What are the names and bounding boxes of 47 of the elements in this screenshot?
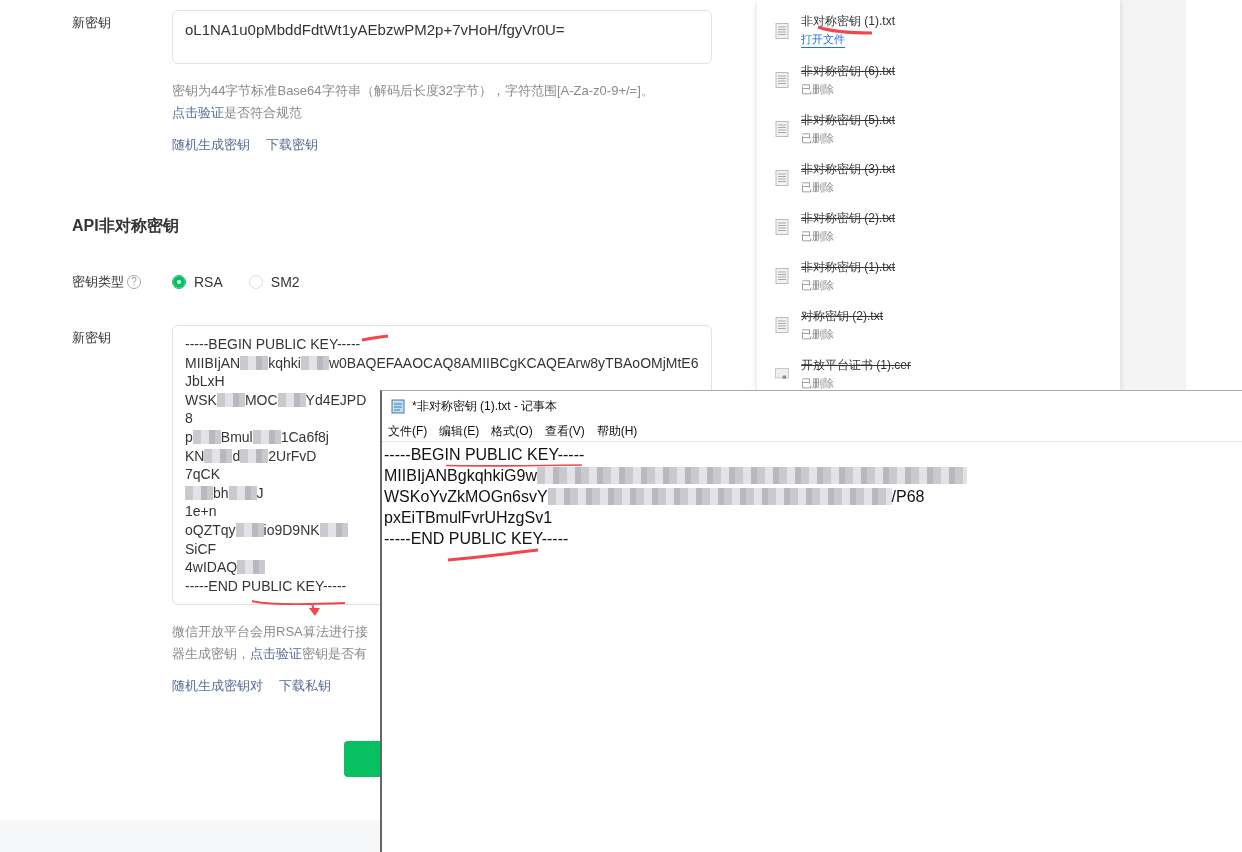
key-text: 1e+n	[185, 502, 217, 521]
key-text: Yd4EJPD	[305, 390, 367, 410]
key-text: p	[185, 427, 193, 447]
key-text: 4wIDAQ	[185, 558, 238, 577]
hint-text: 器生成密钥，	[172, 646, 250, 661]
window-title: *非对称密钥 (1).txt - 记事本	[412, 397, 558, 415]
key-text: 8	[185, 409, 193, 428]
key-text: SiCF	[185, 539, 217, 559]
field-label: 新密钥	[72, 14, 112, 32]
file-status: 已删除	[801, 228, 835, 244]
key-text: -----END PUBLIC KEY-----	[185, 576, 347, 596]
key-text: w0BAQEFAAOCAQ8AMIIBCgKCAQEArw8yTBAoOMjMtE6	[328, 353, 699, 373]
key-text: -----BEGIN PUBLIC KEY-----	[185, 335, 361, 354]
hint-text: 密钥是否有	[302, 646, 367, 661]
field-label: 新密钥	[72, 329, 112, 347]
key-text: -----END PUBLIC KEY-----	[384, 529, 569, 549]
key-text: WSKoYvZkMOGn6svY	[384, 487, 548, 507]
file-status: 已删除	[801, 326, 835, 342]
key-text: MOC	[244, 390, 278, 410]
field-label: 密钥类型	[72, 273, 124, 291]
key-text: Bmul	[220, 427, 253, 447]
file-status: 已删除	[801, 81, 835, 97]
file-status: 已删除	[801, 179, 835, 195]
key-text: bh	[213, 483, 229, 503]
hint-text: 微信开放平台会用RSA算法进行接	[172, 625, 369, 639]
key-text: MIIBIjAN	[185, 353, 241, 373]
key-text: WSK	[185, 390, 217, 410]
key-text: -----BEGIN PUBLIC KEY-----	[384, 445, 585, 465]
hint-text: 是否符合规范	[224, 105, 302, 120]
key-text: kqhki	[268, 353, 301, 373]
section-title: API非对称密钥	[72, 216, 180, 236]
key-text: /P68	[891, 487, 925, 507]
key-text: KN	[185, 446, 205, 466]
key-text: MIIBIjANBgkqhkiG9w	[384, 466, 537, 486]
key-text: pxEiTBmulFvrUHzgSv1	[384, 508, 553, 528]
key-text: JbLxH	[185, 372, 225, 391]
key-text: 2UrFvD	[268, 446, 317, 466]
file-status: 已删除	[801, 277, 835, 293]
file-status: 已删除	[801, 130, 835, 146]
key-text: 7qCK	[185, 465, 221, 484]
key-text: io9D9NK	[263, 520, 320, 540]
hint-text: 密钥为44字节标准Base64字符串（解码后长度32字节），字符范围[A-Za-z0-9+/=]。	[172, 84, 655, 98]
file-status: 已删除	[801, 375, 835, 391]
key-text: 1Ca6f8j	[280, 427, 329, 447]
key-text: J	[256, 483, 264, 503]
key-text: oQZTqy	[185, 520, 236, 540]
key-text: d	[232, 446, 241, 466]
